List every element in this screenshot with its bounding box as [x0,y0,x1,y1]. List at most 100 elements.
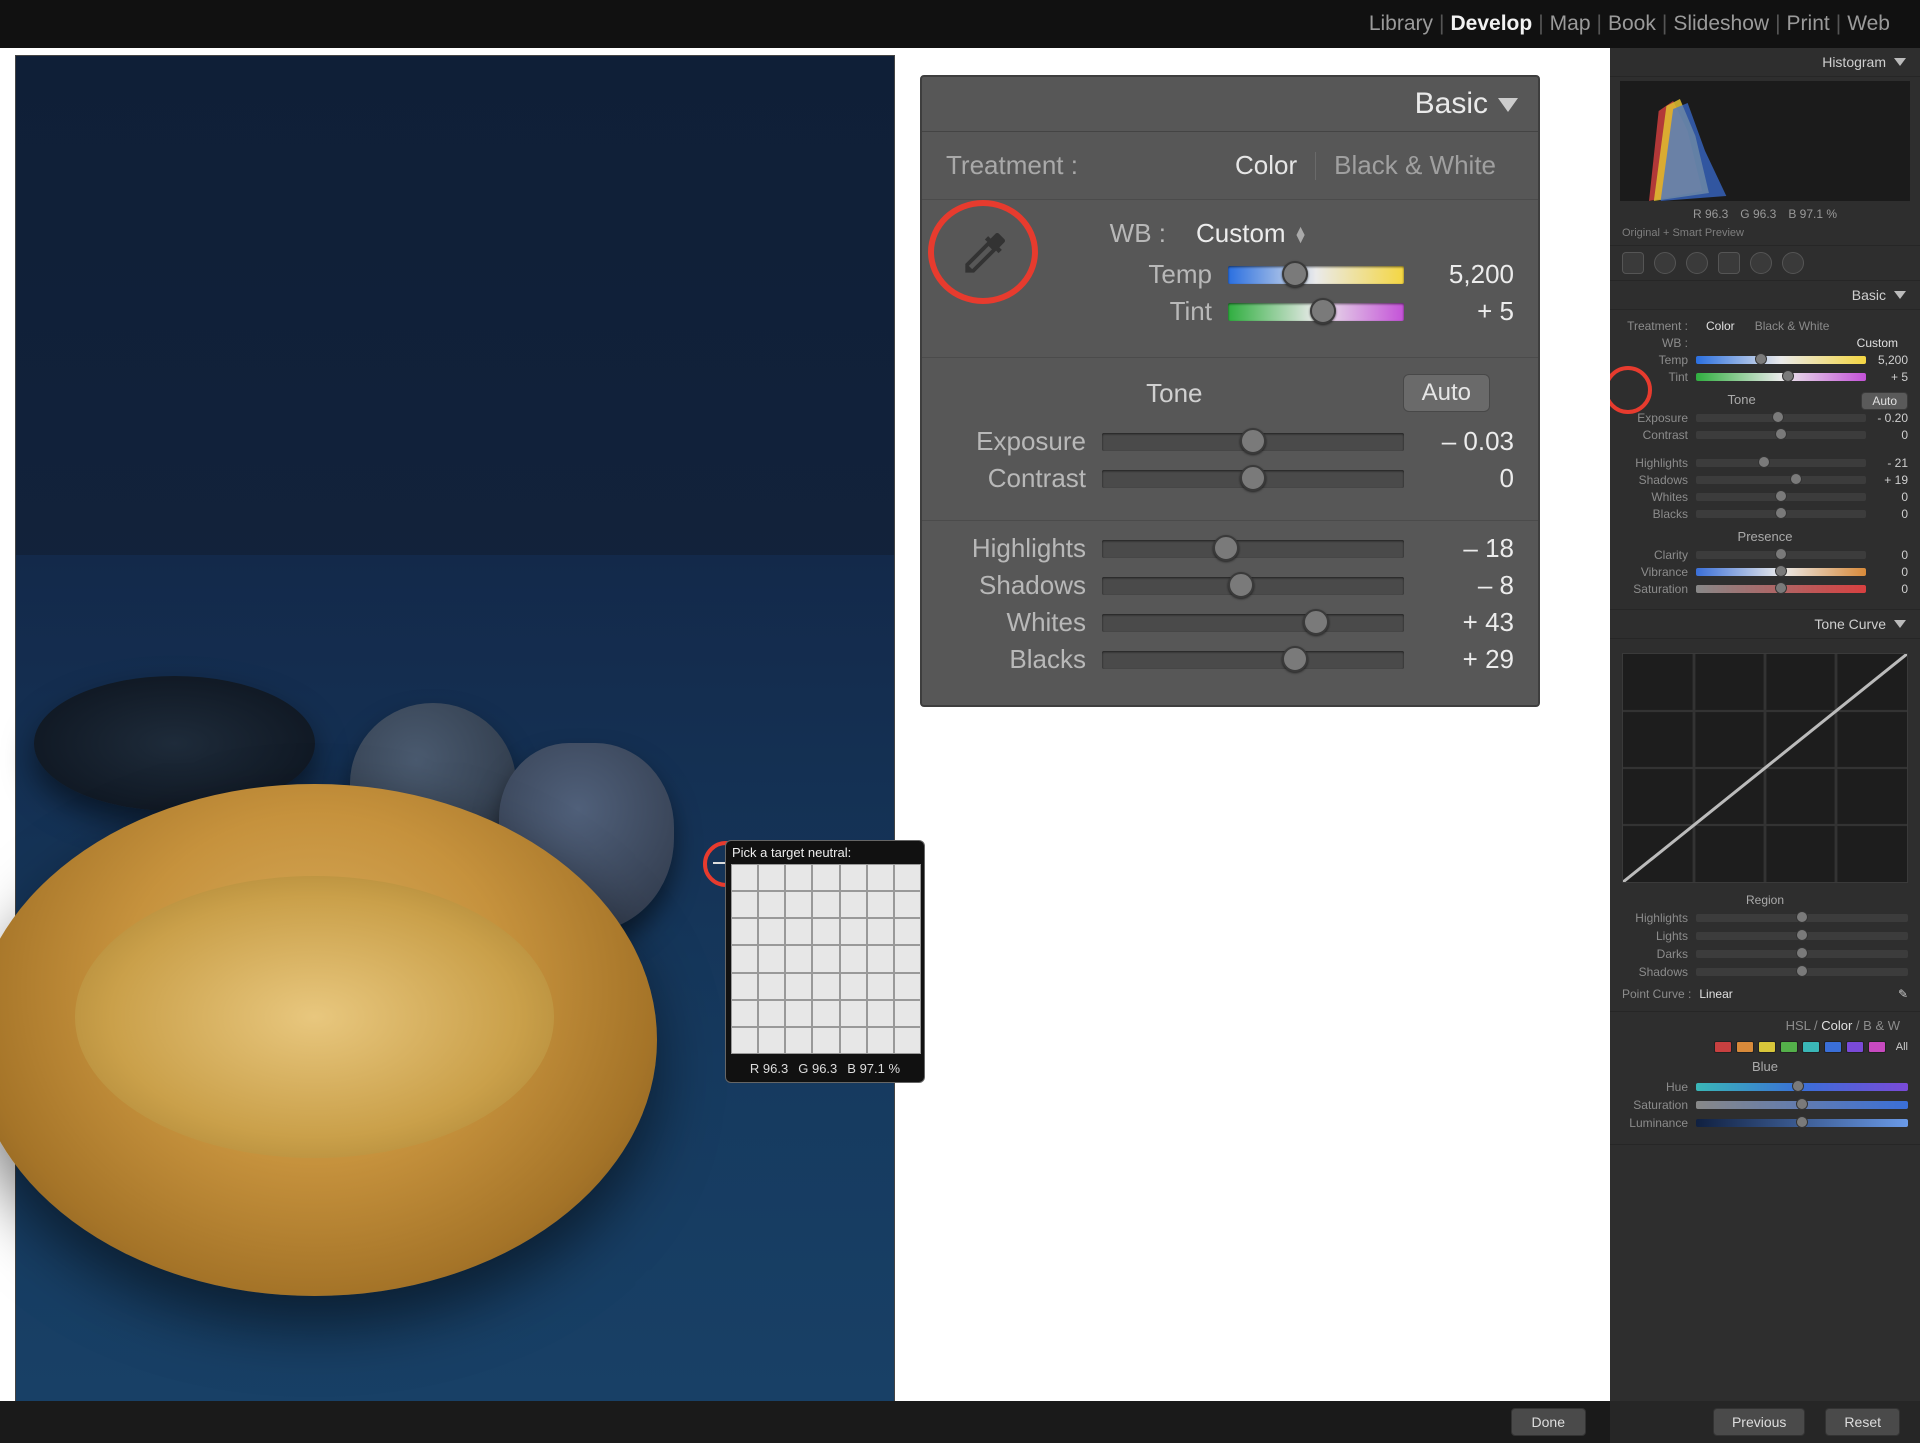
mini-saturation-slider[interactable]: Saturation0 [1622,582,1908,596]
collapse-icon [1894,620,1906,628]
right-panel-column: Histogram R 96.3 G 96.3 B 97.1 % Origina… [1610,48,1920,1443]
tc-shadows-slider[interactable]: Shadows [1622,965,1908,979]
graduated-filter-tool[interactable] [1718,252,1740,274]
mini-exposure-slider[interactable]: Exposure- 0.20 [1622,411,1908,425]
mini-shadows-slider[interactable]: Shadows+ 19 [1622,473,1908,487]
tone-curve-panel: Region Highlights Lights Darks Shadows P… [1610,639,1920,1012]
photo-preview[interactable] [15,55,895,1405]
basic-panel-header[interactable]: Basic [922,77,1538,132]
exposure-slider[interactable]: Exposure – 0.03 [946,426,1514,457]
adjustment-brush-tool[interactable] [1782,252,1804,274]
pencil-icon[interactable]: ✎ [1898,987,1908,1001]
blacks-slider[interactable]: Blacks + 29 [946,644,1514,675]
reset-button[interactable]: Reset [1825,1408,1900,1436]
hsl-section-blue: Blue [1622,1059,1908,1074]
crop-tool[interactable] [1622,252,1644,274]
mini-whites-slider[interactable]: Whites0 [1622,490,1908,504]
mini-blacks-slider[interactable]: Blacks0 [1622,507,1908,521]
mini-tint-slider[interactable]: Tint + 5 [1622,370,1908,384]
treatment-label: Treatment : [946,150,1078,181]
mini-basic-header[interactable]: Basic [1610,281,1920,310]
dropdown-icon: ▲▼ [1294,226,1308,242]
module-picker-bar: Library| Develop| Map| Book| Slideshow| … [0,0,1920,48]
mini-highlights-slider[interactable]: Highlights- 21 [1622,456,1908,470]
module-book[interactable]: Book [1608,12,1656,36]
chip-orange[interactable] [1736,1041,1754,1053]
highlights-slider[interactable]: Highlights – 18 [946,533,1514,564]
previous-button[interactable]: Previous [1713,1408,1805,1436]
hsl-tab-color[interactable]: Color [1821,1018,1852,1033]
module-web[interactable]: Web [1847,12,1890,36]
hsl-tab-bw[interactable]: B & W [1863,1018,1900,1033]
mini-treatment-bw[interactable]: Black & White [1745,319,1840,333]
module-develop[interactable]: Develop [1450,12,1532,36]
histogram-display[interactable] [1620,81,1910,201]
wb-preset-dropdown[interactable]: Custom ▲▼ [1196,218,1307,249]
loupe-title: Pick a target neutral: [726,841,924,864]
mini-presence-header: Presence [1622,529,1908,544]
local-adjust-toolstrip [1610,245,1920,281]
hsl-tabs: HSL / Color / B & W [1622,1018,1908,1033]
histogram-header[interactable]: Histogram [1610,48,1920,77]
collapse-icon [1498,98,1518,112]
mini-temp-slider[interactable]: Temp 5,200 [1622,353,1908,367]
module-print[interactable]: Print [1787,12,1830,36]
loupe-grid [731,864,921,1054]
chip-aqua[interactable] [1802,1041,1820,1053]
histogram-readout: R 96.3 G 96.3 B 97.1 % [1610,207,1920,221]
chip-yellow[interactable] [1758,1041,1776,1053]
wb-preset-row: WB : Custom ▲▼ [1072,218,1514,249]
redeye-tool[interactable] [1686,252,1708,274]
chip-blue[interactable] [1824,1041,1842,1053]
chip-purple[interactable] [1846,1041,1864,1053]
done-button[interactable]: Done [1511,1408,1586,1436]
tone-curve-graph[interactable] [1622,653,1908,883]
hsl-all[interactable]: All [1896,1041,1908,1053]
radial-filter-tool[interactable] [1750,252,1772,274]
mini-vibrance-slider[interactable]: Vibrance0 [1622,565,1908,579]
treatment-row: Treatment : Color Black & White [922,132,1538,200]
mini-tone-header: Tone Auto [1622,392,1908,407]
loupe-readout: R 96.3 G 96.3 B 97.1 % [726,1058,924,1082]
mini-clarity-slider[interactable]: Clarity0 [1622,548,1908,562]
hsl-saturation-slider[interactable]: Saturation [1622,1098,1908,1112]
history-footer: Previous Reset [1610,1401,1920,1443]
chip-red[interactable] [1714,1041,1732,1053]
whites-slider[interactable]: Whites + 43 [946,607,1514,638]
wb-dropper-tool[interactable] [946,218,1046,333]
tint-slider[interactable]: Tint + 5 [1072,296,1514,327]
module-slideshow[interactable]: Slideshow [1673,12,1769,36]
preview-status: Original + Smart Preview [1610,225,1920,245]
tc-darks-slider[interactable]: Darks [1622,947,1908,961]
chip-green[interactable] [1780,1041,1798,1053]
mini-treatment-row: Treatment : Color Black & White [1622,319,1908,333]
treatment-bw[interactable]: Black & White [1316,150,1514,181]
mini-wb-row[interactable]: WB : Custom [1622,336,1908,350]
shadows-slider[interactable]: Shadows – 8 [946,570,1514,601]
auto-tone-button[interactable]: Auto [1403,374,1490,412]
region-label: Region [1622,893,1908,907]
module-library[interactable]: Library [1369,12,1433,36]
tone-curve-header[interactable]: Tone Curve [1610,610,1920,639]
hsl-panel: HSL / Color / B & W All Blue Hue Saturat… [1610,1012,1920,1145]
mini-basic-panel: Treatment : Color Black & White WB : Cus… [1610,310,1920,610]
module-map[interactable]: Map [1550,12,1591,36]
tc-lights-slider[interactable]: Lights [1622,929,1908,943]
point-curve-row[interactable]: Point Curve : Linear ✎ [1622,987,1908,1001]
chip-magenta[interactable] [1868,1041,1886,1053]
mini-contrast-slider[interactable]: Contrast0 [1622,428,1908,442]
collapse-icon [1894,291,1906,299]
toolbar-bottom: Done [0,1401,1610,1443]
module-picker: Library| Develop| Map| Book| Slideshow| … [1369,12,1890,36]
spot-removal-tool[interactable] [1654,252,1676,274]
contrast-slider[interactable]: Contrast 0 [946,463,1514,494]
hsl-color-chips: All [1622,1041,1908,1053]
temp-slider[interactable]: Temp 5,200 [1072,259,1514,290]
mini-treatment-color[interactable]: Color [1696,319,1745,333]
treatment-color[interactable]: Color [1217,150,1315,181]
mini-auto-button[interactable]: Auto [1861,392,1908,410]
tone-section-header: Tone Auto [946,358,1514,420]
hsl-hue-slider[interactable]: Hue [1622,1080,1908,1094]
tc-highlights-slider[interactable]: Highlights [1622,911,1908,925]
hsl-luminance-slider[interactable]: Luminance [1622,1116,1908,1130]
